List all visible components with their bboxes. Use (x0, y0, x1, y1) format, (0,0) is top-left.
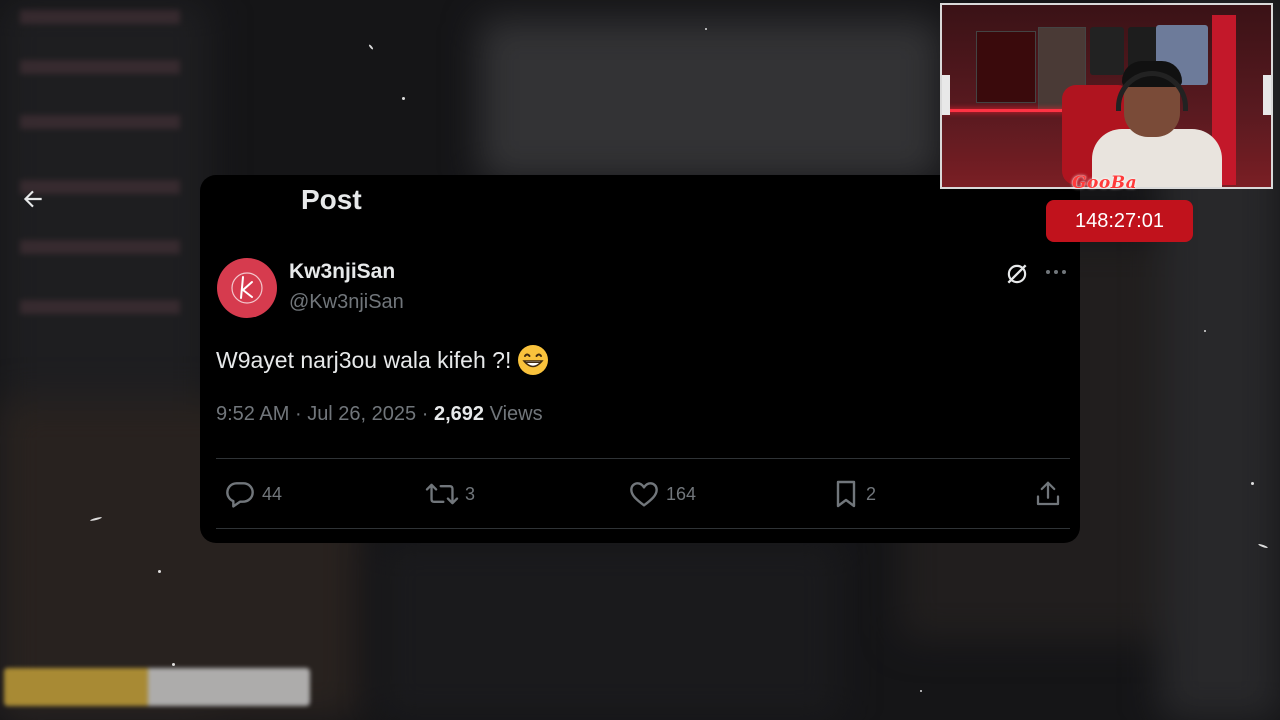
bookmark-icon (836, 480, 856, 508)
more-options-icon[interactable] (1044, 262, 1068, 287)
stream-timer: 148:27:01 (1046, 200, 1193, 242)
post-metadata: 9:52 AM · Jul 26, 2025 · 2,692 Views (216, 403, 543, 426)
views-label: Views (489, 403, 543, 425)
blurred-progress-bar (4, 668, 310, 706)
like-button[interactable]: 164 (628, 478, 696, 510)
heart-icon (630, 482, 658, 507)
grinning-emoji-icon (517, 344, 549, 376)
like-count: 164 (666, 483, 697, 504)
post-time[interactable]: 9:52 AM (216, 403, 289, 425)
reply-icon (226, 482, 254, 508)
avatar-k-logo-icon (231, 272, 263, 304)
post-text-body: W9ayet narj3ou wala kifeh ?! (216, 346, 512, 373)
webcam-logo: GooBa (1072, 173, 1138, 193)
grok-icon[interactable] (1004, 261, 1030, 292)
separator: · (294, 403, 302, 425)
views-count: 2,692 (433, 403, 485, 425)
repost-count: 3 (465, 483, 476, 504)
share-icon (1036, 481, 1060, 506)
avatar[interactable] (217, 258, 277, 318)
author-name[interactable]: Kw3njiSan (289, 260, 395, 284)
divider (216, 458, 1070, 459)
post-text: W9ayet narj3ou wala kifeh ?! (216, 344, 549, 376)
repost-button[interactable]: 3 (425, 478, 475, 510)
bookmark-button[interactable]: 2 (832, 478, 876, 510)
divider (216, 528, 1070, 529)
page-title: Post (301, 184, 362, 215)
reply-button[interactable]: 44 (224, 478, 282, 510)
author-handle[interactable]: @Kw3njiSan (289, 291, 404, 314)
webcam-overlay (940, 3, 1273, 189)
share-button[interactable] (1033, 478, 1063, 510)
separator: · (421, 403, 429, 425)
repost-icon (425, 483, 459, 505)
reply-count: 44 (262, 483, 283, 504)
post-date[interactable]: Jul 26, 2025 (307, 403, 416, 425)
back-arrow-icon[interactable] (20, 186, 46, 217)
bookmark-count: 2 (866, 483, 877, 504)
